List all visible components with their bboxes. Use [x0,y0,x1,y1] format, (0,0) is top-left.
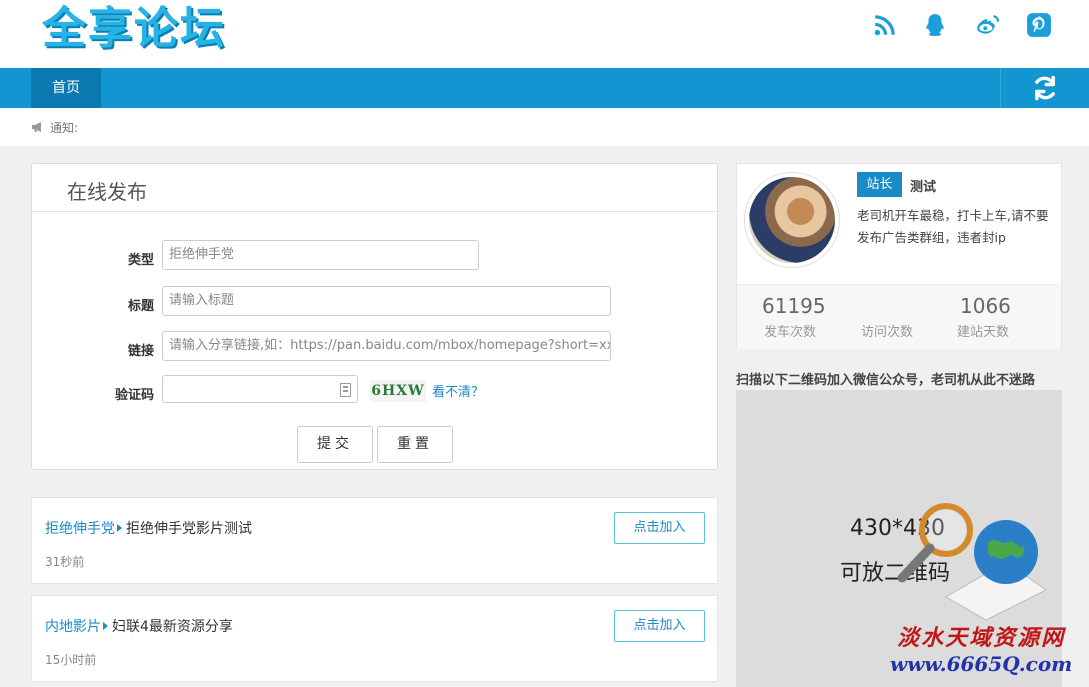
captcha-input[interactable] [162,375,358,403]
join-button[interactable]: 点击加入 [614,512,705,544]
join-button[interactable]: 点击加入 [614,610,705,642]
stat-days-value: 1066 [960,294,1011,318]
topic-category[interactable]: 拒绝伸手党 [45,521,115,537]
notice-label: 通知: [50,121,79,135]
topic-category[interactable]: 内地影片 [45,619,101,635]
topic-item[interactable]: 内地影片 妇联4最新资源分享 15小时前 点击加入 [31,595,718,682]
site-logo[interactable]: 全享论坛 [42,4,226,54]
captcha-label: 验证码 [114,388,154,403]
topic-title[interactable]: 妇联4最新资源分享 [112,619,233,635]
main-nav: 首页 [0,68,1089,108]
captcha-refresh-link[interactable]: 看不清？ [432,381,484,400]
admin-profile-card: 站长 测试 老司机开车最稳，打卡上车,请不要发布广告类群组，违者封ip 6119… [736,163,1062,349]
avatar[interactable] [745,173,839,267]
type-select[interactable]: 拒绝伸手党 [162,240,479,270]
watermark: 淡水天域资源网 www.6665Q.com [890,620,1072,676]
post-form-panel: 在线发布 类型 拒绝伸手党 标题 请输入标题 链接 请输入分享链接,如：http… [31,163,718,470]
stat-trips-label: 发车次数 [764,325,817,340]
role-badge: 站长 [857,172,902,197]
stat-trips-value: 61195 [762,294,826,318]
watermark-url: www.6665Q.com [890,652,1073,676]
qq-icon[interactable] [920,10,950,40]
profile-name[interactable]: 测试 [910,176,936,195]
magnifier-globe-icon [897,503,1047,621]
link-label: 链接 [127,344,154,359]
profile-description: 老司机开车最稳，打卡上车,请不要发布广告类群组，违者封ip [857,208,1049,245]
link-input[interactable]: 请输入分享链接,如：https://pan.baidu.com/mbox/hom… [162,331,611,361]
arrow-right-icon [103,622,108,630]
notice-bar: 通知: [0,108,1089,146]
topic-time: 31秒前 [45,555,85,569]
topic-category-line: 拒绝伸手党 拒绝伸手党影片测试 [45,518,252,538]
weibo-icon[interactable] [973,10,1003,40]
reset-button[interactable]: 重置 [377,426,453,463]
nav-home-tab[interactable]: 首页 [31,68,101,108]
topic-category-line: 内地影片 妇联4最新资源分享 [45,616,233,636]
rss-icon[interactable] [870,10,900,40]
site-stats: 61195 发车次数 访问次数 1066 建站天数 [737,284,1061,349]
post-form-title: 在线发布 [67,180,147,204]
divider [32,211,717,212]
topic-time: 15小时前 [45,653,97,667]
megaphone-icon [32,122,41,132]
pinterest-icon[interactable] [1024,10,1054,40]
stat-visits-label: 访问次数 [861,325,914,340]
title-input[interactable]: 请输入标题 [162,286,611,316]
submit-button[interactable]: 提交 [297,426,373,463]
site-header: 全享论坛 [0,0,1089,68]
topic-item[interactable]: 拒绝伸手党 拒绝伸手党影片测试 31秒前 点击加入 [31,497,718,584]
captcha-image[interactable]: 6HXW [370,380,426,402]
refresh-icon[interactable] [1000,68,1089,108]
type-label: 类型 [127,253,154,268]
watermark-cn: 淡水天域资源网 [897,625,1066,651]
qr-caption: 扫描以下二维码加入微信公众号，老司机从此不迷路 [736,373,1036,388]
arrow-right-icon [117,524,122,532]
stat-days-label: 建站天数 [957,325,1010,340]
title-label: 标题 [127,299,154,314]
topic-title[interactable]: 拒绝伸手党影片测试 [126,521,252,537]
keypad-icon [340,383,351,397]
